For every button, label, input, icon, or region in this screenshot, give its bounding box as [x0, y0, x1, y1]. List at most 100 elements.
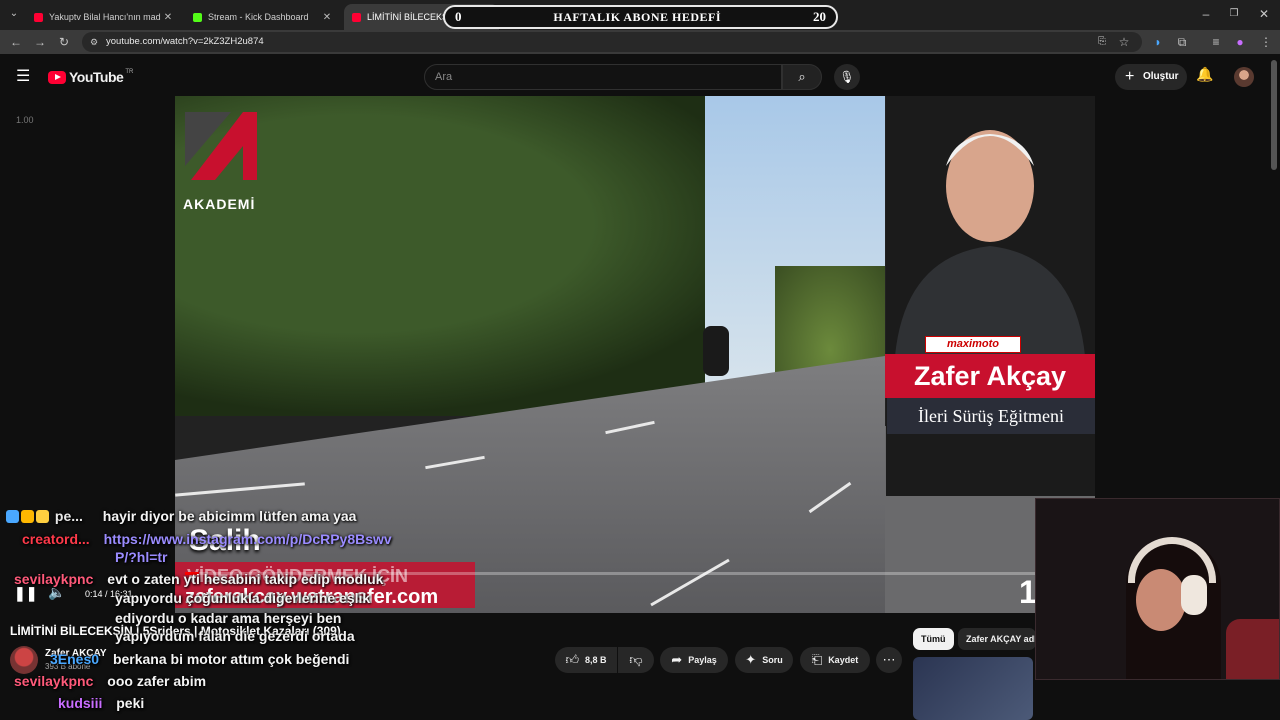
browser-tab-2[interactable]: Stream - Kick Dashboard ✕: [185, 4, 340, 30]
create-button[interactable]: + Oluştur: [1115, 64, 1187, 90]
badge-icon: [6, 510, 19, 523]
like-button[interactable]: 👍︎ 8,8 B: [555, 647, 617, 673]
chat-text: yapıyordum falan die gezerdi ortada: [115, 628, 355, 644]
chat-message: pe... hayir diyor be abicimm lütfen ama …: [6, 508, 356, 524]
more-horizontal-icon: ⋯: [882, 652, 896, 667]
chat-message-continued: yapıyordum falan die gezerdi ortada: [115, 628, 355, 644]
profile-icon[interactable]: ●: [1232, 30, 1248, 54]
reload-icon[interactable]: ↻: [56, 30, 72, 54]
chat-username[interactable]: sevilaykpnc: [14, 571, 93, 587]
minimize-icon[interactable]: –: [1198, 0, 1214, 28]
share-button[interactable]: ➦ Paylaş: [660, 647, 728, 673]
chat-message: 3Enes0 berkana bi motor attım çok beğend…: [50, 651, 349, 667]
save-label: Kaydet: [828, 655, 859, 665]
microphone-icon: 🎙: [839, 70, 855, 84]
search-button[interactable]: ⌕: [782, 64, 822, 90]
search-input[interactable]: Ara: [424, 64, 782, 90]
channel-avatar[interactable]: [10, 646, 38, 674]
search-icon: ⌕: [798, 69, 806, 84]
ask-button[interactable]: ✦ Soru: [735, 647, 793, 673]
goal-title: HAFTALIK ABONE HEDEFİ: [553, 9, 722, 24]
more-menu-icon[interactable]: ⋮: [1258, 30, 1274, 54]
browser-toolbar: ← → ↻ youtube.com/watch?v=2kZ3ZH2u874 ⚙ …: [0, 30, 1280, 54]
back-icon[interactable]: ←: [8, 30, 24, 54]
video-frame-trees: [175, 96, 775, 416]
create-label: Oluştur: [1143, 71, 1179, 82]
chat-message: sevilaykpnc evt o zaten yti hesabini tak…: [14, 571, 383, 587]
hamburger-menu-icon[interactable]: ☰: [16, 66, 30, 86]
youtube-favicon-icon: [34, 12, 43, 22]
chat-text: hayir diyor be abicimm lütfen ama yaa: [102, 508, 357, 524]
badge-icon: [36, 510, 49, 523]
search-placeholder: Ara: [435, 71, 453, 83]
recommended-video-thumbnail[interactable]: [913, 657, 1033, 720]
puzzle-icon[interactable]: ⧉: [1174, 30, 1190, 54]
dislike-button[interactable]: 👎︎: [618, 647, 654, 673]
chat-text: berkana bi motor attım çok beğendi: [112, 651, 350, 667]
forward-icon[interactable]: →: [32, 30, 48, 54]
chat-text: peki: [116, 695, 145, 711]
chat-username[interactable]: creatord...: [22, 531, 90, 547]
sparkle-icon: ✦: [745, 652, 757, 667]
reading-list-icon[interactable]: ≡: [1208, 30, 1224, 54]
akademi-logo-icon: [185, 112, 257, 180]
chat-text: evt o zaten yti hesabini takip edip modl…: [107, 571, 384, 587]
maximize-icon[interactable]: ❐: [1226, 0, 1242, 28]
chat-username[interactable]: kudsiii: [58, 695, 102, 711]
playback-speed-indicator: 1.00: [16, 115, 34, 125]
headset-earcup: [1181, 575, 1207, 615]
weekly-subscriber-goal-overlay: 0 HAFTALIK ABONE HEDEFİ 20: [443, 5, 838, 29]
presenter-role: İleri Sürüş Eğitmeni: [887, 398, 1095, 434]
youtube-favicon-icon: [352, 12, 361, 22]
address-bar[interactable]: youtube.com/watch?v=2kZ3ZH2u874: [82, 32, 1142, 52]
goal-target: 20: [812, 9, 826, 24]
close-window-icon[interactable]: ✕: [1256, 0, 1272, 28]
chat-username[interactable]: 3Enes0: [50, 651, 99, 667]
like-count: 8,8 B: [585, 655, 607, 665]
chat-message-continued: yapıyordu çoğunlukla diğerlerine eşlik: [115, 590, 370, 606]
install-icon[interactable]: ⎘: [1094, 30, 1110, 54]
pause-icon[interactable]: ❚❚: [14, 585, 37, 602]
brand-label: AKADEMİ: [183, 196, 256, 212]
youtube-wordmark: YouTube: [69, 69, 124, 85]
account-avatar[interactable]: [1234, 67, 1254, 87]
chat-link[interactable]: P/?hl=tr: [115, 549, 168, 565]
thumbs-down-icon: 👎︎: [629, 652, 643, 667]
kick-favicon-icon: [193, 12, 202, 22]
bookmark-icon: ⎗: [811, 652, 823, 667]
presenter-figure: [895, 130, 1085, 356]
bookmark-star-icon[interactable]: ☆: [1116, 30, 1132, 54]
page-scrollbar[interactable]: [1271, 60, 1277, 170]
site-info-icon[interactable]: ⚙: [86, 30, 102, 54]
chat-message-continued: P/?hl=tr: [115, 549, 168, 565]
youtube-logo[interactable]: YouTube TR: [48, 69, 133, 85]
extension-icon[interactable]: ◗: [1150, 30, 1166, 54]
share-label: Paylaş: [688, 655, 717, 665]
tab-title: Stream - Kick Dashboard: [208, 12, 309, 22]
sponsor-logo: maximoto: [925, 336, 1021, 353]
chip-channel[interactable]: Zafer AKÇAY adl: [958, 628, 1036, 650]
region-code: TR: [125, 69, 134, 75]
chat-message: sevilaykpnc ooo zafer abim: [14, 673, 206, 689]
chat-message: kudsiii peki: [58, 695, 144, 711]
gaming-chair: [1226, 619, 1279, 679]
save-button[interactable]: ⎗ Kaydet: [800, 647, 870, 673]
tab-title: Yakuptv Bilal Hancı'nın madde: [49, 12, 161, 22]
notifications-bell-icon[interactable]: 🔔: [1196, 66, 1213, 83]
close-icon[interactable]: ✕: [320, 12, 334, 23]
presenter-name: Zafer Akçay: [885, 354, 1095, 398]
chat-message: creatord... https://www.instagram.com/p/…: [8, 531, 392, 547]
goal-current: 0: [455, 9, 462, 24]
chat-text: ediyordu o kadar ama herşeyi ben: [115, 610, 342, 626]
ask-label: Soru: [762, 655, 783, 665]
chat-link[interactable]: https://www.instagram.com/p/DcRPy8Bswv: [104, 531, 392, 547]
chip-all[interactable]: Tümü: [913, 628, 954, 650]
close-icon[interactable]: ✕: [161, 12, 175, 23]
chat-username[interactable]: sevilaykpnc: [14, 673, 93, 689]
tab-search-icon[interactable]: ⌄: [6, 0, 22, 28]
chat-username[interactable]: pe...: [55, 508, 83, 524]
browser-tab-1[interactable]: Yakuptv Bilal Hancı'nın madde ✕: [26, 4, 181, 30]
more-actions-button[interactable]: ⋯: [876, 647, 902, 673]
voice-search-button[interactable]: 🎙: [834, 64, 860, 90]
url-text: youtube.com/watch?v=2kZ3ZH2u874: [106, 36, 264, 47]
